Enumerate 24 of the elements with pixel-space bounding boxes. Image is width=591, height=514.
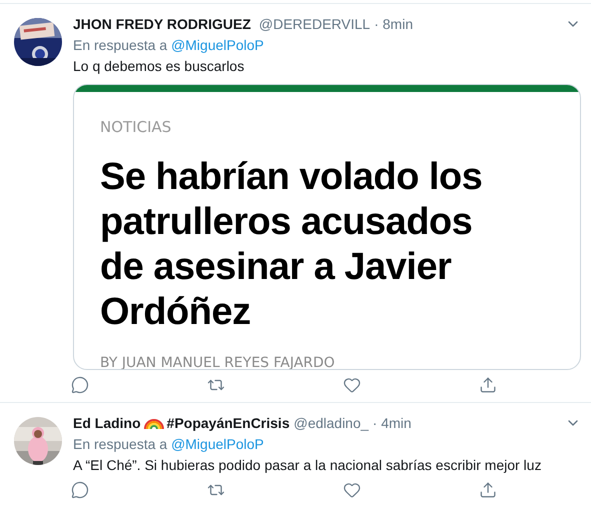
headline: Se habrían volado los patrulleros acusados de asesinar a Javier Ordóñez [100, 154, 484, 334]
user-handle: @DEREDERVILL [258, 14, 370, 34]
heart-icon [343, 376, 361, 394]
reply-context: En respuesta a @MiguelPoloP [73, 434, 264, 454]
share-button[interactable] [479, 376, 497, 394]
speech-bubble-icon [71, 481, 89, 499]
user-name[interactable]: Ed Ladino [73, 412, 141, 434]
heart-icon [343, 481, 361, 499]
rainbow-icon [144, 416, 164, 430]
share-icon [479, 481, 497, 499]
article-card[interactable]: NOTICIAS Se habrían volado los patrulleros acusados de asesinar a Javier Ordóñez BY JUAN MANUEL REYES FAJARDO [73, 84, 581, 370]
timestamp[interactable]: · 8min [374, 14, 413, 34]
hashtag[interactable]: #PopayánEnCrisis [166, 412, 290, 434]
share-button[interactable] [479, 481, 497, 499]
byline: BY JUAN MANUEL REYES FAJARDO [100, 354, 336, 369]
user-handle: @edladino_ [294, 414, 369, 433]
tweet-text: A “El Ché”. Si hubieras podido pasar a la nacional sabrías escribir mejor luz [73, 456, 542, 475]
reply-context: En respuesta a @MiguelPoloP [73, 36, 264, 55]
timestamp[interactable]: · 4min [372, 412, 412, 434]
share-icon [479, 376, 497, 394]
user-name[interactable]: JHON FREDY RODRIGUEZ [73, 14, 251, 34]
tweet-text: Lo q debemos es buscarlos [73, 56, 244, 76]
section-label: NOTICIAS [100, 117, 172, 138]
speech-bubble-icon [71, 376, 89, 394]
